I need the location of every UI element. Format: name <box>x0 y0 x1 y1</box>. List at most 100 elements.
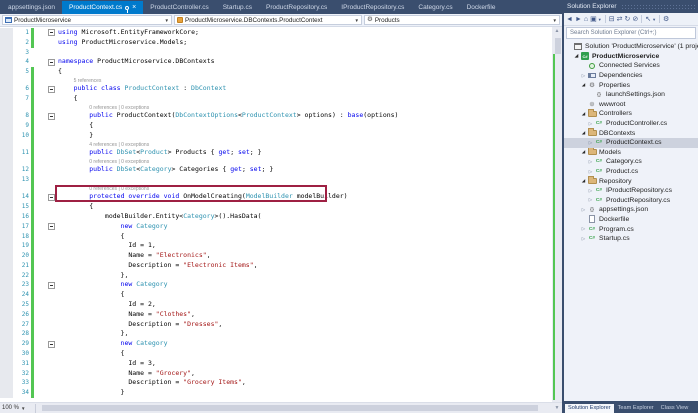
breakpoint-margin[interactable] <box>0 221 13 232</box>
code-line-19[interactable]: 19 Id = 1, <box>0 241 552 252</box>
code-line-4[interactable]: 4 namespace ProductMicroservice.DBContext… <box>0 57 552 68</box>
fold-margin[interactable] <box>44 28 58 38</box>
collapse-region-icon[interactable] <box>47 193 55 201</box>
collapse-region-icon[interactable] <box>47 112 55 120</box>
breakpoint-margin[interactable] <box>0 329 13 340</box>
code-line-32[interactable]: 32 Name = "Grocery", <box>0 368 552 379</box>
fold-margin[interactable] <box>44 192 58 202</box>
breakpoint-margin[interactable] <box>0 57 13 68</box>
code-line-23[interactable]: 23 new Category <box>0 280 552 291</box>
fold-margin[interactable] <box>44 121 58 131</box>
breakpoint-margin[interactable] <box>0 309 13 320</box>
breakpoint-margin[interactable] <box>0 358 13 369</box>
breakpoint-margin[interactable] <box>0 130 13 141</box>
code-line-10[interactable]: 10} <box>0 130 552 141</box>
code-line-16[interactable]: 16 modelBuilder.Entity<Category>().HasDat… <box>0 211 552 222</box>
fold-margin[interactable] <box>44 388 58 398</box>
breakpoint-margin[interactable] <box>0 121 13 131</box>
code-line-6[interactable]: 6 public class ProductContext : DbContext <box>0 84 552 95</box>
breakpoint-margin[interactable] <box>0 148 13 158</box>
code-line-30[interactable]: 30 { <box>0 349 552 359</box>
code-line-8[interactable]: 8 public ProductContext(DbContextOptions<… <box>0 111 552 122</box>
code-line-27[interactable]: 27 Description = "Dresses", <box>0 319 552 330</box>
fold-margin[interactable] <box>44 131 58 141</box>
fold-margin[interactable] <box>44 202 58 212</box>
codelens-references-link[interactable]: 5 references <box>58 77 102 84</box>
fold-margin[interactable] <box>44 185 58 192</box>
code-line-13[interactable]: 13 <box>0 175 552 185</box>
tree-item-appsettings-json[interactable]: ▷{} appsettings.json <box>564 205 698 215</box>
tree-item-repository[interactable]: ◢ Repository <box>564 176 698 186</box>
solution-explorer-search-input[interactable]: Search Solution Explorer (Ctrl+;) <box>566 27 696 39</box>
fold-margin[interactable] <box>44 141 58 148</box>
code-line-3[interactable]: 3 <box>0 47 552 58</box>
close-icon[interactable]: × <box>132 4 136 11</box>
chevron-down-icon[interactable]: ▼ <box>652 16 656 23</box>
tab-dockerfile[interactable]: Dockerfile <box>460 1 503 14</box>
codelens-references-link[interactable]: 0 references | 0 exceptions <box>58 185 149 192</box>
collapsed-arrow-icon[interactable]: ▷ <box>587 188 594 194</box>
code-line-9[interactable]: 9{ <box>0 121 552 131</box>
tree-item-productmicroservice[interactable]: ◢ C# ProductMicroservice <box>564 52 698 62</box>
breakpoint-margin[interactable] <box>0 378 13 389</box>
horizontal-scrollbar-thumb[interactable] <box>42 405 538 411</box>
collapse-region-icon[interactable] <box>47 281 55 289</box>
code-line-21[interactable]: 21 Description = "Electronic Items", <box>0 260 552 271</box>
tree-item-controllers[interactable]: ◢ Controllers <box>564 109 698 119</box>
fold-margin[interactable] <box>44 320 58 330</box>
breakpoint-margin[interactable] <box>0 211 13 222</box>
code-line-24[interactable]: 24 { <box>0 290 552 301</box>
collapse-region-icon[interactable] <box>47 340 55 348</box>
code-line-5[interactable]: 5{ <box>0 67 552 77</box>
breakpoint-margin[interactable] <box>0 140 13 149</box>
code-line-7[interactable]: 7{ <box>0 94 552 104</box>
collapse-region-icon[interactable] <box>47 85 55 93</box>
code-line-11[interactable]: 11 public DbSet<Product> Products { get; … <box>0 148 552 158</box>
code-line-2[interactable]: 2 using ProductMicroservice.Models; <box>0 37 552 48</box>
collapsed-arrow-icon[interactable]: ▷ <box>587 159 594 165</box>
horizontal-scrollbar-track[interactable] <box>36 403 552 413</box>
code-line-20[interactable]: 20 Name = "Electronics", <box>0 251 552 261</box>
codelens-references-link[interactable]: 4 references | 0 exceptions <box>58 141 149 148</box>
breakpoint-margin[interactable] <box>0 184 13 193</box>
tree-item-productcontroller-cs[interactable]: ▷ C# ProductController.cs <box>564 119 698 129</box>
tab-productcontroller-cs[interactable]: ProductController.cs <box>143 1 216 14</box>
code-line-33[interactable]: 33 Description = "Grocery Items", <box>0 378 552 389</box>
fold-margin[interactable] <box>44 290 58 300</box>
code-line-1[interactable]: 1 using Microsoft.EntityFrameworkCore; <box>0 28 552 38</box>
code-line-26[interactable]: 26 Name = "Clothes", <box>0 309 552 320</box>
fold-margin[interactable] <box>44 165 58 175</box>
sync-active-document-icon[interactable]: ⇄ <box>617 16 623 23</box>
editor-zoom-control[interactable]: 100 % ▼ <box>0 403 36 413</box>
collapse-region-icon[interactable] <box>47 58 55 66</box>
collapsed-arrow-icon[interactable]: ▷ <box>580 73 587 79</box>
fold-margin[interactable] <box>44 212 58 222</box>
breakpoint-margin[interactable] <box>0 231 13 242</box>
tree-item-dbcontexts[interactable]: ◢ DBContexts <box>564 128 698 138</box>
code-line-22[interactable]: 22}, <box>0 270 552 281</box>
fold-margin[interactable] <box>44 57 58 67</box>
tab-appsettings-json[interactable]: appsettings.json <box>1 1 62 14</box>
fold-margin[interactable] <box>44 94 58 104</box>
tree-item-models[interactable]: ◢ Models <box>564 147 698 158</box>
tree-item-startup-cs[interactable]: ▷ C# Startup.cs <box>564 234 698 244</box>
chevron-down-icon[interactable]: ▼ <box>21 406 25 411</box>
home-icon[interactable]: ⌂ <box>584 16 588 23</box>
breakpoint-margin[interactable] <box>0 270 13 281</box>
collapsed-arrow-icon[interactable]: ▷ <box>587 121 594 127</box>
breakpoint-margin[interactable] <box>0 67 13 77</box>
breakpoint-margin[interactable] <box>0 157 13 166</box>
fold-margin[interactable] <box>44 349 58 359</box>
collapse-region-icon[interactable] <box>47 29 55 37</box>
code-line-34[interactable]: 34} <box>0 388 552 399</box>
breakpoint-margin[interactable] <box>0 260 13 271</box>
fold-margin[interactable] <box>44 175 58 185</box>
collapsed-arrow-icon[interactable]: ▷ <box>587 140 594 146</box>
code-line-15[interactable]: 15 { <box>0 202 552 212</box>
fold-margin[interactable] <box>44 48 58 58</box>
tree-item-dockerfile[interactable]: Dockerfile <box>564 215 698 225</box>
breakpoint-margin[interactable] <box>0 368 13 379</box>
collapse-all-icon[interactable]: ⊟ <box>609 16 615 23</box>
fold-margin[interactable] <box>44 104 58 111</box>
breakpoint-margin[interactable] <box>0 175 13 185</box>
